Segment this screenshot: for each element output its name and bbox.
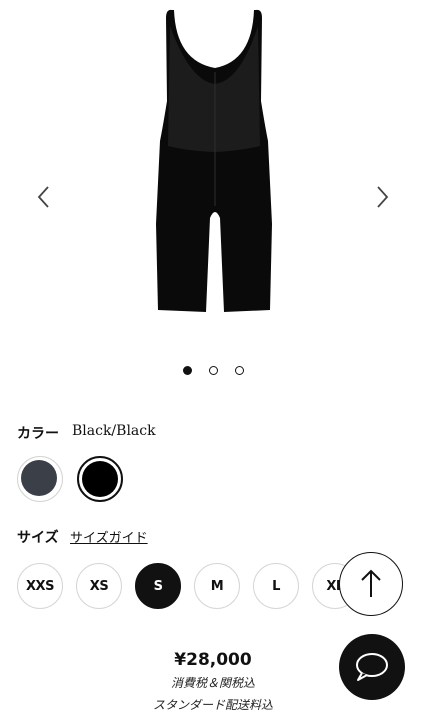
chevron-right-icon[interactable] bbox=[368, 180, 396, 214]
color-value: Black/Black bbox=[72, 423, 156, 439]
size-option-s[interactable]: S bbox=[135, 563, 181, 609]
color-label: カラー bbox=[17, 426, 59, 442]
chat-button[interactable] bbox=[339, 634, 405, 700]
product-gallery bbox=[0, 0, 426, 392]
color-swatch-black[interactable] bbox=[77, 456, 123, 502]
size-option-l[interactable]: L bbox=[253, 563, 299, 609]
carousel-dots bbox=[0, 363, 426, 377]
carousel-dot-3[interactable] bbox=[235, 366, 244, 375]
size-option-m[interactable]: M bbox=[194, 563, 240, 609]
size-option-xxs[interactable]: XXS bbox=[17, 563, 63, 609]
size-option-xs[interactable]: XS bbox=[76, 563, 122, 609]
size-label: サイズ bbox=[17, 530, 59, 546]
size-guide-link[interactable]: サイズガイド bbox=[70, 527, 148, 546]
carousel-dot-2[interactable] bbox=[209, 366, 218, 375]
chevron-left-icon[interactable] bbox=[30, 180, 58, 214]
swatch-fill bbox=[21, 460, 57, 496]
chat-bubble-icon bbox=[356, 653, 388, 681]
color-swatch-grey[interactable] bbox=[17, 456, 63, 502]
arrow-up-icon bbox=[361, 569, 381, 597]
product-image bbox=[156, 9, 272, 313]
swatch-fill bbox=[82, 461, 118, 497]
carousel-dot-1[interactable] bbox=[183, 366, 192, 375]
scroll-to-top-button[interactable] bbox=[339, 552, 403, 616]
